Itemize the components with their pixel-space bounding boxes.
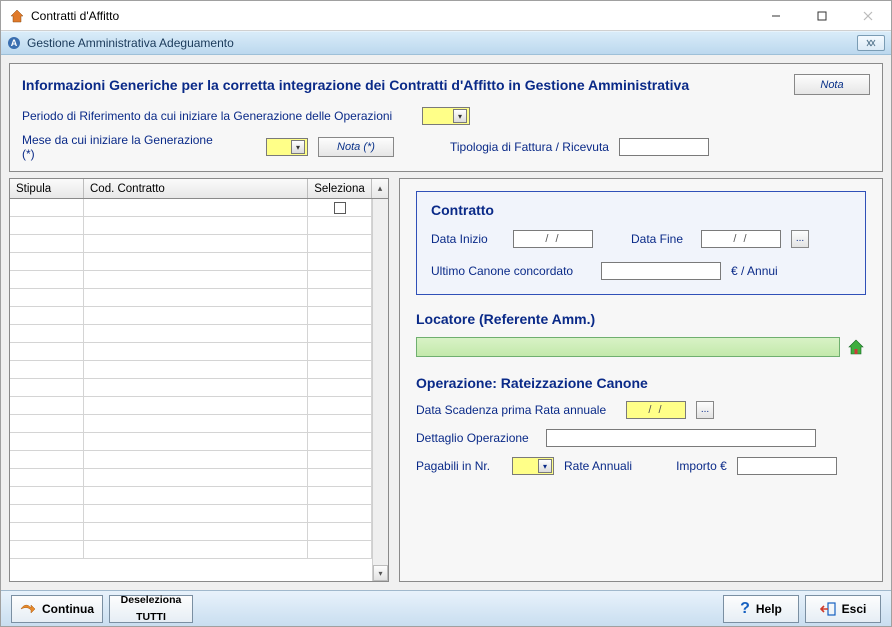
col-seleziona[interactable]: Seleziona	[308, 179, 372, 198]
table-row[interactable]	[10, 343, 372, 361]
table-row[interactable]	[10, 487, 372, 505]
date-picker-button[interactable]: ...	[791, 230, 809, 248]
client-area: Informazioni Generiche per la corretta i…	[1, 55, 891, 590]
grid-scrollbar[interactable]: ▾	[372, 199, 388, 581]
titlebar: Contratti d'Affitto	[1, 1, 891, 31]
nota-button[interactable]: Nota	[794, 74, 870, 95]
footer-bar: Continua Deseleziona TUTTI ? Help Esci	[1, 590, 891, 626]
nota-star-button[interactable]: Nota (*)	[318, 137, 394, 157]
house-icon[interactable]	[846, 337, 866, 357]
table-row[interactable]	[10, 361, 372, 379]
rate-annuali-label: Rate Annuali	[564, 459, 632, 473]
operazione-title: Operazione: Rateizzazione Canone	[416, 375, 866, 391]
subheader: A Gestione Amministrativa Adeguamento	[1, 31, 891, 55]
continua-button[interactable]: Continua	[11, 595, 103, 623]
arrow-right-icon	[20, 602, 36, 616]
table-row[interactable]	[10, 307, 372, 325]
tipologia-input[interactable]	[619, 138, 709, 156]
table-row[interactable]	[10, 433, 372, 451]
subheader-close-button[interactable]	[857, 35, 885, 51]
periodo-label: Periodo di Riferimento da cui iniziare l…	[22, 109, 412, 123]
subheader-title: Gestione Amministrativa Adeguamento	[27, 36, 857, 50]
data-scadenza-label: Data Scadenza prima Rata annuale	[416, 403, 616, 417]
scroll-down-button[interactable]: ▾	[373, 565, 388, 581]
detail-panel: Contratto Data Inizio / / Data Fine / / …	[399, 178, 883, 582]
deseleziona-label-2: TUTTI	[136, 612, 166, 623]
contratto-title: Contratto	[431, 202, 851, 218]
data-fine-field[interactable]: / /	[701, 230, 781, 248]
table-row[interactable]	[10, 523, 372, 541]
deseleziona-label-1: Deseleziona	[121, 595, 182, 606]
mese-dropdown[interactable]: ▾	[266, 138, 308, 156]
data-scadenza-field[interactable]: / /	[626, 401, 686, 419]
window-controls	[753, 1, 891, 30]
help-label: Help	[756, 602, 782, 616]
info-panel: Informazioni Generiche per la corretta i…	[9, 63, 883, 172]
app-icon	[9, 8, 25, 24]
date-picker-button[interactable]: ...	[696, 401, 714, 419]
app-window: Contratti d'Affitto A Gestione Amministr…	[0, 0, 892, 627]
table-row[interactable]	[10, 451, 372, 469]
chevron-down-icon: ▾	[538, 459, 552, 473]
contracts-grid: Stipula Cod. Contratto Seleziona ▴	[9, 178, 389, 582]
mese-label: Mese da cui iniziare la Generazione (*)	[22, 133, 224, 161]
chevron-down-icon: ▾	[291, 140, 305, 154]
tipologia-label: Tipologia di Fattura / Ricevuta	[450, 140, 609, 154]
middle-area: Stipula Cod. Contratto Seleziona ▴	[9, 178, 883, 582]
contratto-group: Contratto Data Inizio / / Data Fine / / …	[416, 191, 866, 295]
data-inizio-label: Data Inizio	[431, 232, 503, 246]
importo-label: Importo €	[676, 459, 727, 473]
table-row[interactable]	[10, 541, 372, 559]
locatore-field[interactable]	[416, 337, 840, 357]
exit-icon	[820, 602, 836, 616]
subheader-icon: A	[7, 36, 21, 50]
svg-text:A: A	[11, 38, 18, 48]
scroll-up-button[interactable]: ▴	[372, 179, 388, 198]
table-row[interactable]	[10, 289, 372, 307]
table-row[interactable]	[10, 235, 372, 253]
periodo-dropdown[interactable]: ▾	[422, 107, 470, 125]
ultimo-canone-label: Ultimo Canone concordato	[431, 264, 591, 278]
dettaglio-input[interactable]	[546, 429, 816, 447]
pagabili-label: Pagabili in Nr.	[416, 459, 502, 473]
help-icon: ?	[740, 600, 750, 618]
ultimo-canone-field[interactable]	[601, 262, 721, 280]
maximize-button[interactable]	[799, 1, 845, 30]
help-button[interactable]: ? Help	[723, 595, 799, 623]
table-row[interactable]	[10, 397, 372, 415]
data-fine-label: Data Fine	[631, 232, 691, 246]
window-title: Contratti d'Affitto	[31, 9, 753, 23]
col-cod-contratto[interactable]: Cod. Contratto	[84, 179, 308, 198]
esci-button[interactable]: Esci	[805, 595, 881, 623]
table-row[interactable]	[10, 217, 372, 235]
table-row[interactable]	[10, 271, 372, 289]
table-row[interactable]	[10, 253, 372, 271]
row-checkbox[interactable]	[334, 202, 346, 214]
table-row[interactable]	[10, 415, 372, 433]
locatore-title: Locatore (Referente Amm.)	[416, 311, 866, 327]
table-row[interactable]	[10, 379, 372, 397]
chevron-down-icon: ▾	[453, 109, 467, 123]
pagabili-dropdown[interactable]: ▾	[512, 457, 554, 475]
close-button[interactable]	[845, 1, 891, 30]
grid-header: Stipula Cod. Contratto Seleziona ▴	[10, 179, 388, 199]
table-row[interactable]	[10, 199, 372, 217]
col-stipula[interactable]: Stipula	[10, 179, 84, 198]
deseleziona-tutti-button[interactable]: Deseleziona TUTTI	[109, 595, 193, 623]
dettaglio-label: Dettaglio Operazione	[416, 431, 536, 445]
grid-rows	[10, 199, 372, 581]
continua-label: Continua	[42, 602, 94, 616]
table-row[interactable]	[10, 469, 372, 487]
info-heading: Informazioni Generiche per la corretta i…	[22, 77, 689, 93]
data-inizio-field[interactable]: / /	[513, 230, 593, 248]
unit-label: € / Annui	[731, 264, 778, 278]
esci-label: Esci	[842, 602, 867, 616]
table-row[interactable]	[10, 325, 372, 343]
table-row[interactable]	[10, 505, 372, 523]
minimize-button[interactable]	[753, 1, 799, 30]
importo-input[interactable]	[737, 457, 837, 475]
